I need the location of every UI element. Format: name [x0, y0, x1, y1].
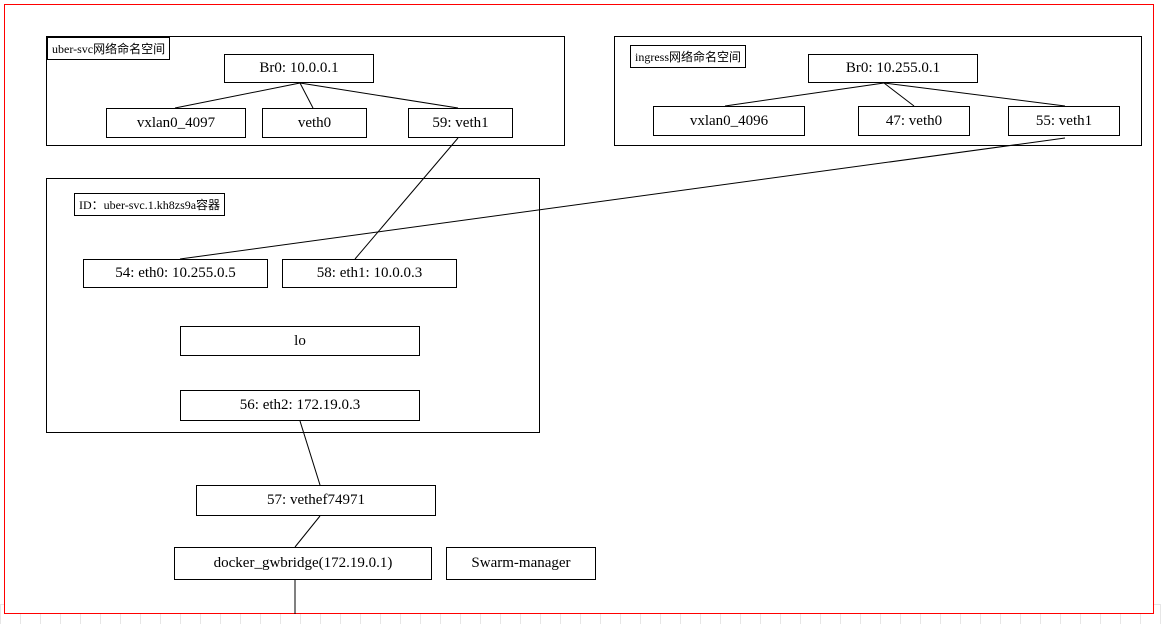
docker-gwbridge: docker_gwbridge(172.19.0.1) [174, 547, 432, 580]
diagram-canvas: uber-svc网络命名空间 Br0: 10.0.0.1 vxlan0_4097… [0, 0, 1161, 624]
uber-svc-vxlan: vxlan0_4097 [106, 108, 246, 138]
container-eth1: 58: eth1: 10.0.0.3 [282, 259, 457, 288]
container-id-label: ID：uber-svc.1.kh8zs9a容器 [74, 193, 225, 216]
uber-svc-veth0: veth0 [262, 108, 367, 138]
ingress-br0: Br0: 10.255.0.1 [808, 54, 978, 83]
uber-svc-br0: Br0: 10.0.0.1 [224, 54, 374, 83]
container-eth0: 54: eth0: 10.255.0.5 [83, 259, 268, 288]
swarm-manager: Swarm-manager [446, 547, 596, 580]
uber-svc-veth1: 59: veth1 [408, 108, 513, 138]
ingress-namespace-title: ingress网络命名空间 [630, 45, 746, 68]
ingress-vxlan: vxlan0_4096 [653, 106, 805, 136]
ingress-veth1: 55: veth1 [1008, 106, 1120, 136]
uber-svc-namespace-title: uber-svc网络命名空间 [47, 37, 170, 60]
host-veth: 57: vethef74971 [196, 485, 436, 516]
container-eth2: 56: eth2: 172.19.0.3 [180, 390, 420, 421]
container-lo: lo [180, 326, 420, 356]
ingress-veth0: 47: veth0 [858, 106, 970, 136]
